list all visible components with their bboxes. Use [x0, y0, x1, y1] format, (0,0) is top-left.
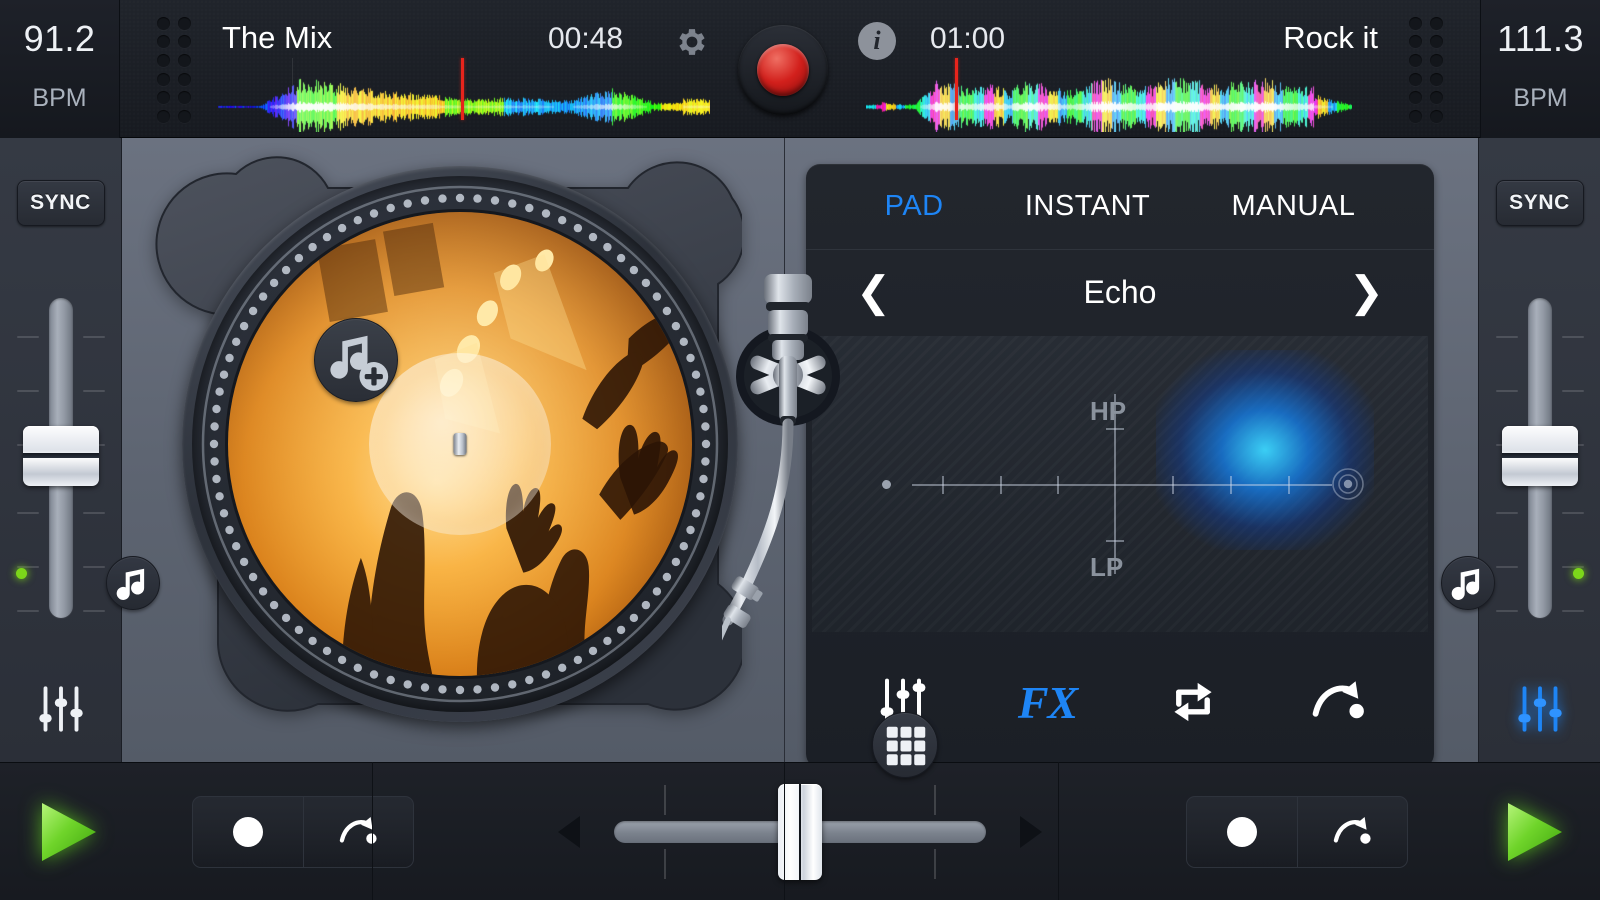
tab-pad[interactable]: PAD	[885, 190, 944, 223]
music-note-plus-icon[interactable]	[314, 318, 398, 402]
cue-buttons-left	[192, 796, 414, 868]
transport-bar	[0, 762, 1600, 900]
right-playhead	[955, 58, 958, 120]
main-deck-area: SYNC	[0, 138, 1600, 762]
footer-divider-left	[372, 762, 373, 900]
tab-manual[interactable]: MANUAL	[1232, 190, 1356, 223]
info-icon[interactable]: i	[858, 22, 896, 60]
deck-right-controls: SYNC	[1478, 138, 1600, 762]
equalizer-icon-right[interactable]	[1509, 678, 1571, 740]
loop-icon[interactable]	[1148, 666, 1238, 738]
cue-dot-icon-right[interactable]	[1187, 797, 1297, 867]
sync-button-left[interactable]: SYNC	[17, 180, 105, 226]
deck-left-controls: SYNC	[0, 138, 122, 762]
dj-app-window: 91.2 BPM 111.3 BPM The Mix Rock it 00:48…	[0, 0, 1600, 900]
gear-icon[interactable]	[674, 24, 710, 60]
cue-jump-icon-right[interactable]	[1297, 797, 1408, 867]
fx-tab-bar: PAD INSTANT MANUAL	[806, 164, 1434, 250]
music-note-icon-right[interactable]	[1441, 556, 1495, 610]
left-track-title[interactable]: The Mix	[222, 20, 332, 56]
turntable-platter[interactable]	[182, 166, 738, 722]
deck-divider	[784, 138, 785, 762]
triangle-right-icon[interactable]	[1020, 816, 1042, 848]
fx-panel: PAD INSTANT MANUAL ❮ Echo ❯ HP LP	[806, 164, 1434, 768]
cue-jump-icon-left[interactable]	[303, 797, 414, 867]
right-track-title[interactable]: Rock it	[1283, 20, 1378, 56]
triangle-left-icon[interactable]	[558, 816, 580, 848]
pitch-led-left	[16, 568, 27, 579]
grid-icon[interactable]	[872, 712, 938, 778]
pitch-fader-knob-left[interactable]	[23, 426, 99, 486]
speaker-grille-left	[153, 14, 195, 126]
left-bpm-value: 91.2	[0, 18, 119, 60]
sync-button-right[interactable]: SYNC	[1496, 180, 1584, 226]
right-bpm-value: 111.3	[1481, 18, 1600, 60]
cue-buttons-right	[1186, 796, 1408, 868]
effect-selector: ❮ Echo ❯	[806, 250, 1434, 334]
left-playhead	[461, 58, 464, 120]
left-bpm-panel: 91.2 BPM	[0, 0, 120, 138]
right-track-time[interactable]: 01:00	[930, 22, 1005, 56]
header-bar: 91.2 BPM 111.3 BPM The Mix Rock it 00:48…	[0, 0, 1600, 138]
xy-axis-horizontal	[912, 484, 1332, 486]
left-beat-marker	[292, 58, 293, 118]
right-bpm-panel: 111.3 BPM	[1480, 0, 1600, 138]
equalizer-icon-left[interactable]	[30, 678, 92, 740]
footer-divider-right	[1058, 762, 1059, 900]
xy-pad-glow	[1156, 350, 1374, 550]
target-icon[interactable]	[1330, 466, 1366, 502]
cue-jump-icon-fx[interactable]	[1293, 666, 1383, 738]
fx-icon[interactable]: FX	[1003, 666, 1093, 738]
footer-divider-center	[784, 762, 785, 900]
effect-name: Echo	[1084, 274, 1157, 311]
pitch-led-right	[1573, 568, 1584, 579]
chevron-left-icon[interactable]: ❮	[856, 271, 891, 313]
crossfader[interactable]	[530, 777, 1070, 887]
turntable-deck[interactable]	[122, 138, 784, 762]
play-button-right[interactable]	[1496, 795, 1570, 869]
turntable-spindle	[454, 433, 467, 455]
xy-axis-endpoint	[882, 480, 891, 489]
play-button-left[interactable]	[30, 795, 104, 869]
tab-instant[interactable]: INSTANT	[1025, 190, 1150, 223]
record-button[interactable]	[738, 25, 828, 115]
xy-label-highpass: HP	[1090, 396, 1126, 427]
right-waveform[interactable]	[866, 66, 1352, 132]
chevron-right-icon[interactable]: ❯	[1349, 271, 1384, 313]
pitch-fader-right[interactable]	[1488, 298, 1592, 658]
pitch-fader-left[interactable]	[9, 298, 113, 658]
left-track-time[interactable]: 00:48	[548, 22, 623, 56]
right-bpm-label: BPM	[1481, 84, 1600, 113]
xy-effect-pad[interactable]: HP LP	[812, 336, 1428, 632]
speaker-grille-right	[1405, 14, 1447, 126]
pitch-fader-knob-right[interactable]	[1502, 426, 1578, 486]
cue-dot-icon-left[interactable]	[193, 797, 303, 867]
xy-label-lowpass: LP	[1090, 552, 1123, 583]
fx-label: FX	[1018, 676, 1077, 729]
left-bpm-label: BPM	[0, 84, 119, 113]
